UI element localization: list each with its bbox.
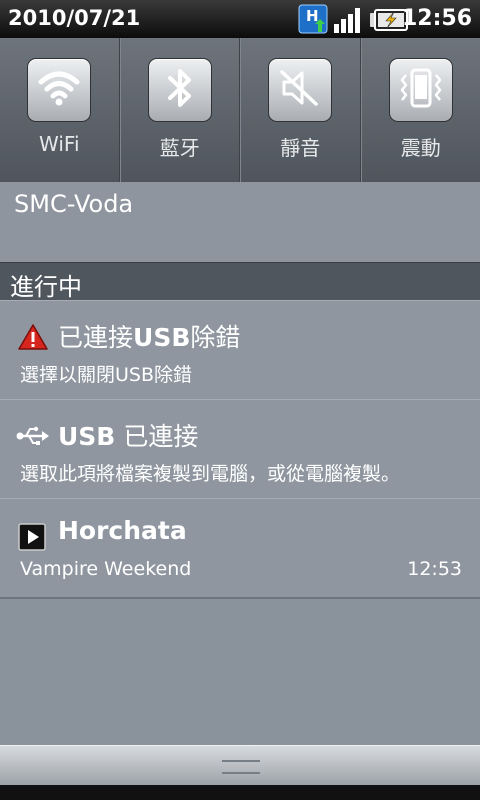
status-clock: 12:56: [401, 6, 472, 31]
status-date: 2010/07/21: [8, 6, 141, 30]
toggle-mute[interactable]: 靜音: [240, 38, 361, 182]
notification-title: Horchata: [58, 516, 187, 545]
notification-usb-debugging[interactable]: 已連接USB除錯 選擇以關閉USB除錯: [0, 300, 480, 401]
toggle-bluetooth[interactable]: 藍牙: [119, 38, 240, 182]
svg-text:H: H: [306, 7, 319, 25]
close-handle[interactable]: [0, 745, 480, 786]
status-bar: 2010/07/21 H 12:56: [0, 0, 480, 38]
notification-text: 選擇以關閉USB除錯: [20, 364, 193, 386]
notification-text: Vampire Weekend: [20, 558, 192, 580]
vibrate-icon: [398, 67, 444, 113]
carrier-area: SMC-Voda: [0, 182, 480, 262]
usb-icon: [16, 426, 50, 450]
notification-time: 12:53: [407, 558, 462, 580]
notification-title: 已連接USB除錯: [58, 323, 241, 352]
bluetooth-button[interactable]: [147, 58, 212, 122]
vibrate-button[interactable]: [388, 58, 453, 122]
signal-icon: [332, 6, 364, 38]
mute-icon: [278, 68, 322, 112]
toggle-wifi-label: WiFi: [39, 132, 80, 156]
quick-toggles: WiFi 藍牙 靜音 震動: [0, 38, 480, 182]
toggle-bluetooth-label: 藍牙: [159, 136, 200, 160]
mute-button[interactable]: [268, 58, 333, 122]
toggle-wifi[interactable]: WiFi: [0, 38, 120, 182]
warning-icon: [18, 323, 48, 355]
notification-text: 選取此項將檔案複製到電腦，或從電腦複製。: [20, 463, 401, 485]
hspa-data-icon: H: [298, 4, 328, 38]
underlying-screen: [0, 785, 480, 800]
toggle-vibrate[interactable]: 震動: [360, 38, 480, 182]
carrier-name: SMC-Voda: [14, 190, 134, 218]
wifi-button[interactable]: [27, 58, 92, 122]
toggle-mute-label: 靜音: [280, 136, 321, 160]
notification-music[interactable]: Horchata Vampire Weekend 12:53: [0, 498, 480, 599]
play-icon: [18, 523, 46, 555]
wifi-icon: [37, 68, 81, 112]
bluetooth-icon: [165, 66, 195, 114]
toggle-vibrate-label: 震動: [400, 136, 441, 160]
ongoing-header-label: 進行中: [10, 273, 82, 301]
grip-icon: [222, 760, 260, 774]
notification-title: USB 已連接: [58, 422, 199, 451]
ongoing-header: 進行中: [0, 262, 480, 302]
notification-usb-connected[interactable]: USB 已連接 選取此項將檔案複製到電腦，或從電腦複製。: [0, 399, 480, 500]
